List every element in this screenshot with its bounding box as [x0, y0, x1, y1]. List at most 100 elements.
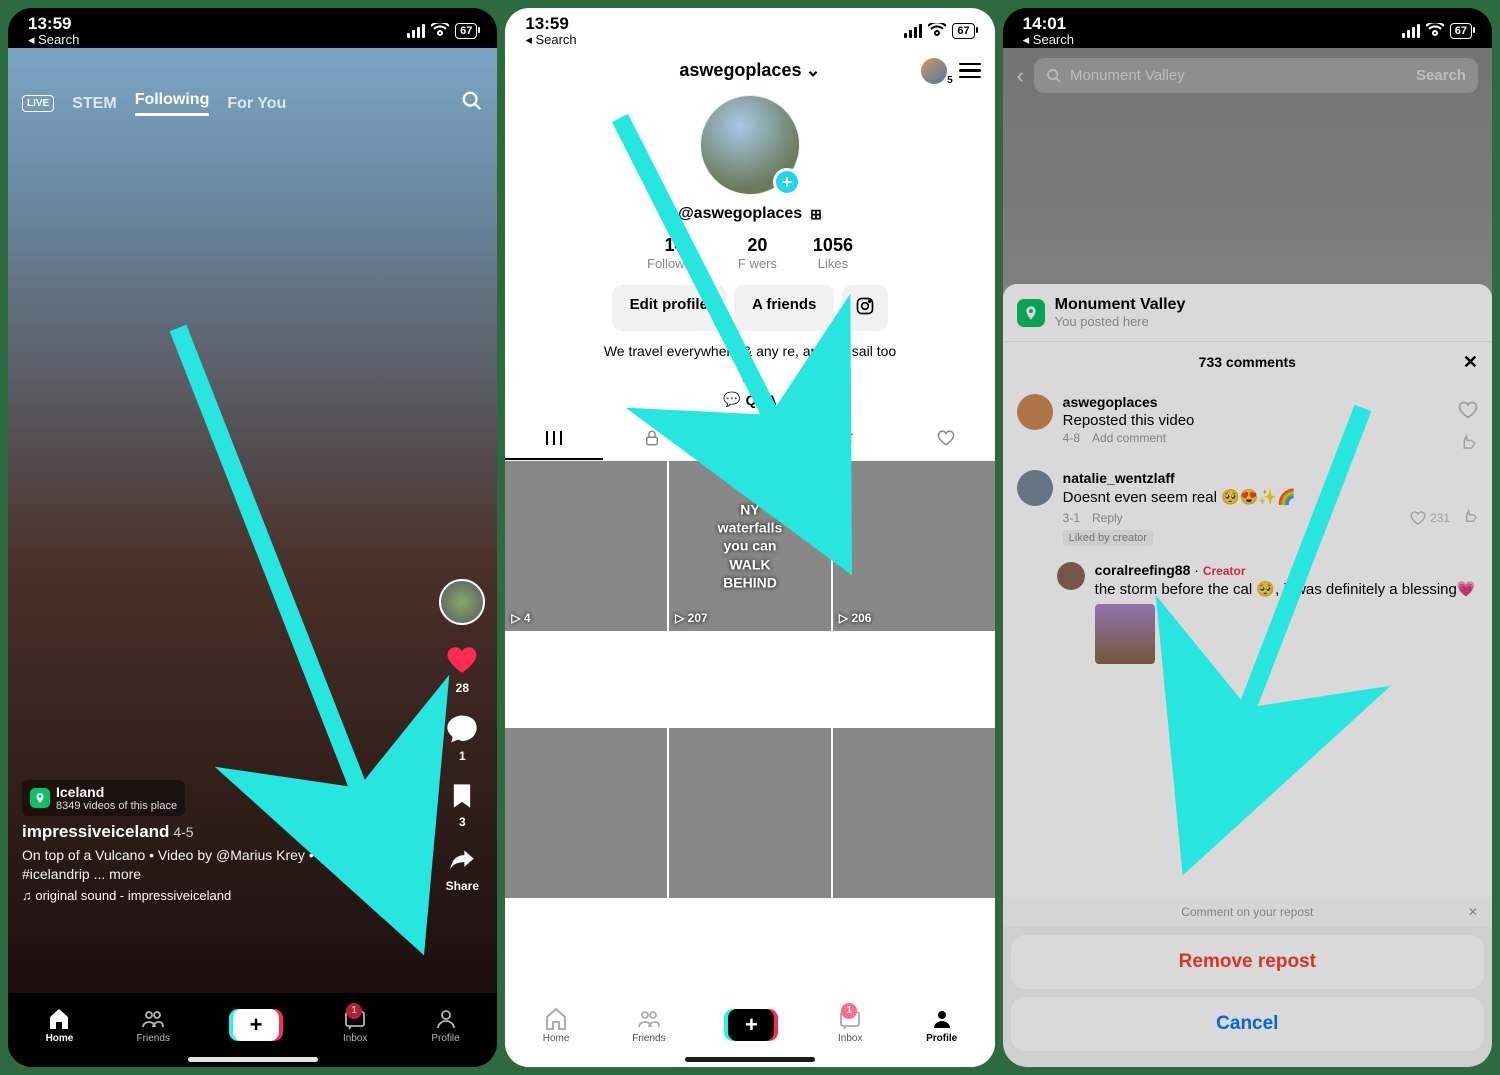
nav-inbox[interactable]: 1Inbox — [837, 1007, 863, 1044]
close-icon[interactable]: ✕ — [1468, 905, 1478, 919]
nav-friends[interactable]: Friends — [632, 1007, 665, 1044]
comment-avatar[interactable] — [1017, 394, 1053, 430]
nav-friends[interactable]: Friends — [137, 1007, 170, 1044]
comment-text: the storm before the cal 🥺, it was defin… — [1095, 580, 1478, 598]
comment-user[interactable]: coralreefing88 — [1095, 562, 1191, 578]
stat-following[interactable]: 14Following — [647, 235, 702, 271]
nav-inbox[interactable]: 1 Inbox — [342, 1007, 368, 1044]
clock: 14:01 — [1023, 14, 1074, 34]
profile-body: + @aswegoplaces⊞ 14Following 20F wers 10… — [505, 89, 994, 418]
home-indicator — [188, 1057, 318, 1062]
tab-private[interactable] — [603, 418, 701, 460]
grid-item[interactable]: ▷ 4 — [505, 461, 667, 631]
like-button[interactable]: 28 — [445, 643, 479, 695]
grid-item[interactable] — [669, 728, 831, 898]
back-search[interactable]: ◂ Search — [1023, 32, 1074, 48]
instagram-button[interactable] — [842, 285, 888, 331]
reply-thumbnail[interactable] — [1095, 604, 1155, 664]
tab-liked[interactable] — [897, 418, 995, 460]
add-story-icon[interactable]: + — [773, 168, 801, 196]
like-icon[interactable] — [1458, 400, 1478, 423]
grid-item[interactable] — [505, 728, 667, 898]
location-icon — [30, 788, 50, 808]
bottom-nav: Home Friends + 1Inbox Profile — [505, 993, 994, 1067]
stat-followers[interactable]: 20F wers — [738, 235, 777, 271]
qa-button[interactable]: 💬Q&A — [723, 391, 777, 408]
bio-emoji: ⛵ — [525, 365, 974, 385]
location-pill[interactable]: Iceland 8349 videos of this place — [22, 780, 185, 816]
bottom-nav: Home Friends + 1 Inbox Profile — [8, 993, 497, 1067]
tab-foryou[interactable]: For You — [227, 95, 286, 113]
back-search[interactable]: ◂ Search — [28, 32, 79, 48]
live-icon[interactable]: LIVE — [22, 95, 54, 112]
nav-create[interactable]: + — [233, 1009, 279, 1041]
profile-tabs — [505, 418, 994, 461]
chevron-down-icon: ⌄ — [805, 60, 820, 81]
sound[interactable]: ♫ original sound - impressiveiceland — [22, 888, 427, 903]
screen-feed: 13:59 ◂ Search 67 LIVE STEM Following Fo… — [8, 8, 497, 1067]
account-switcher[interactable]: 5 — [921, 58, 947, 84]
grid-item[interactable]: ▷ 206 — [833, 461, 995, 631]
close-icon[interactable]: ✕ — [1463, 352, 1478, 373]
video-feed[interactable]: LIVE STEM Following For You 28 1 3 — [8, 48, 497, 993]
tab-grid[interactable] — [505, 418, 603, 460]
location-icon — [1017, 299, 1045, 327]
add-friends-button[interactable]: A friends — [734, 285, 834, 331]
comments-header: 733 comments ✕ — [1003, 341, 1492, 382]
username[interactable]: impressiveiceland — [22, 822, 169, 841]
signal-icon — [1402, 24, 1420, 38]
add-comment[interactable]: Add comment — [1092, 431, 1166, 445]
grid-item[interactable] — [833, 728, 995, 898]
search-box[interactable]: Monument ValleySearch — [1034, 58, 1478, 93]
comment-user[interactable]: aswegoplaces — [1063, 394, 1448, 410]
comment-avatar[interactable] — [1057, 562, 1085, 590]
remove-repost-button[interactable]: Remove repost — [1011, 935, 1484, 989]
nav-profile[interactable]: Profile — [926, 1007, 957, 1044]
qr-icon[interactable]: ⊞ — [810, 206, 822, 223]
tab-following[interactable]: Following — [135, 91, 210, 116]
tab-saved[interactable] — [701, 418, 799, 460]
nav-home[interactable]: Home — [543, 1007, 570, 1044]
comment-list[interactable]: aswegoplaces Reposted this video 4-8Add … — [1003, 382, 1492, 897]
dimmed-video: ‹ Monument ValleySearch Monument ValleyY… — [1003, 48, 1492, 1067]
video-grid: ▷ 4 NY waterfalls you can WALK BEHIND▷ 2… — [505, 461, 994, 993]
side-actions: 28 1 3 Share — [439, 579, 485, 893]
dislike-icon[interactable] — [1459, 433, 1477, 454]
feed-tabs: LIVE STEM Following For You — [8, 90, 497, 117]
save-button[interactable]: 3 — [448, 781, 476, 829]
share-button[interactable]: Share — [446, 847, 479, 893]
search-icon[interactable] — [461, 90, 483, 117]
dislike-icon[interactable] — [1462, 508, 1478, 527]
nav-profile[interactable]: Profile — [431, 1007, 459, 1044]
signal-icon — [407, 24, 425, 38]
bio: We travel everywhere & any re, and we sa… — [525, 343, 974, 359]
comment-button[interactable]: 1 — [446, 713, 478, 763]
reply[interactable]: Reply — [1092, 511, 1123, 525]
username-dropdown[interactable]: aswegoplaces⌄ — [679, 60, 820, 81]
caption[interactable]: On top of a Vulcano • Video by @Marius K… — [22, 846, 427, 884]
profile-avatar[interactable]: + — [700, 95, 800, 195]
back-search[interactable]: ◂ Search — [525, 32, 576, 48]
repost-hint: Comment on your repost✕ — [1003, 897, 1492, 927]
comment-avatar[interactable] — [1017, 470, 1053, 506]
wifi-icon — [431, 23, 449, 40]
cancel-button[interactable]: Cancel — [1011, 997, 1484, 1051]
clock: 13:59 — [525, 14, 576, 34]
tab-reposts[interactable] — [799, 418, 897, 460]
location-header[interactable]: Monument ValleyYou posted here — [1003, 284, 1492, 341]
nav-home[interactable]: Home — [46, 1007, 74, 1044]
comment-user[interactable]: natalie_wentzlaff — [1063, 470, 1478, 486]
action-sheet: Remove repost Cancel — [1003, 927, 1492, 1067]
tab-stem[interactable]: STEM — [72, 95, 116, 113]
back-icon[interactable]: ‹ — [1017, 63, 1024, 89]
creator-avatar[interactable] — [439, 579, 485, 625]
status-bar: 13:59 ◂ Search 67 — [8, 8, 497, 48]
menu-icon[interactable] — [959, 63, 981, 79]
handle: @aswegoplaces⊞ — [525, 205, 974, 223]
edit-profile-button[interactable]: Edit profile — [612, 285, 726, 331]
nav-create[interactable]: + — [728, 1009, 774, 1041]
stat-likes[interactable]: 1056Likes — [813, 235, 853, 271]
grid-item[interactable]: NY waterfalls you can WALK BEHIND▷ 207 — [669, 461, 831, 631]
stats-row: 14Following 20F wers 1056Likes — [525, 235, 974, 271]
battery-icon: 67 — [1450, 23, 1472, 39]
